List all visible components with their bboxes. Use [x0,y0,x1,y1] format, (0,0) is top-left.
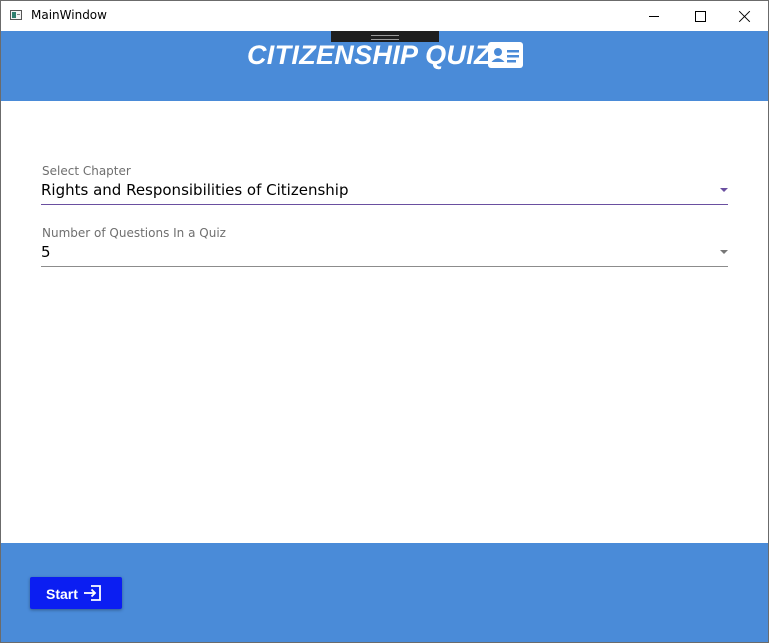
chevron-down-icon[interactable] [720,250,728,254]
window-title: MainWindow [31,8,107,22]
chapter-select-value[interactable]: Rights and Responsibilities of Citizensh… [41,181,348,199]
close-icon [739,10,751,22]
page-title: CITIZENSHIP QUIZ [247,40,491,70]
chapter-select-underline [41,204,728,205]
question-count-select[interactable]: Number of Questions In a Quiz 5 [41,226,728,268]
login-icon [84,585,101,601]
app-icon [10,10,22,20]
question-count-value[interactable]: 5 [41,243,51,261]
close-button[interactable] [722,1,768,31]
question-count-label: Number of Questions In a Quiz [42,226,226,240]
title-bar[interactable]: MainWindow [1,1,768,31]
question-count-underline [41,266,728,267]
minimize-icon [649,15,659,17]
maximize-button[interactable] [677,1,723,31]
id-card-icon [488,42,523,68]
chapter-select-label: Select Chapter [42,164,131,178]
start-button-label: Start [46,586,78,602]
footer-bar: Start [1,543,768,642]
start-button[interactable]: Start [30,577,122,609]
main-window: MainWindow CITIZENSHIP QUIZ Select Chapt… [0,0,769,643]
chevron-down-icon[interactable] [720,188,728,192]
header-bar: CITIZENSHIP QUIZ [1,31,768,101]
chapter-select[interactable]: Select Chapter Rights and Responsibiliti… [41,164,728,206]
minimize-button[interactable] [631,1,677,31]
maximize-icon [694,10,706,22]
